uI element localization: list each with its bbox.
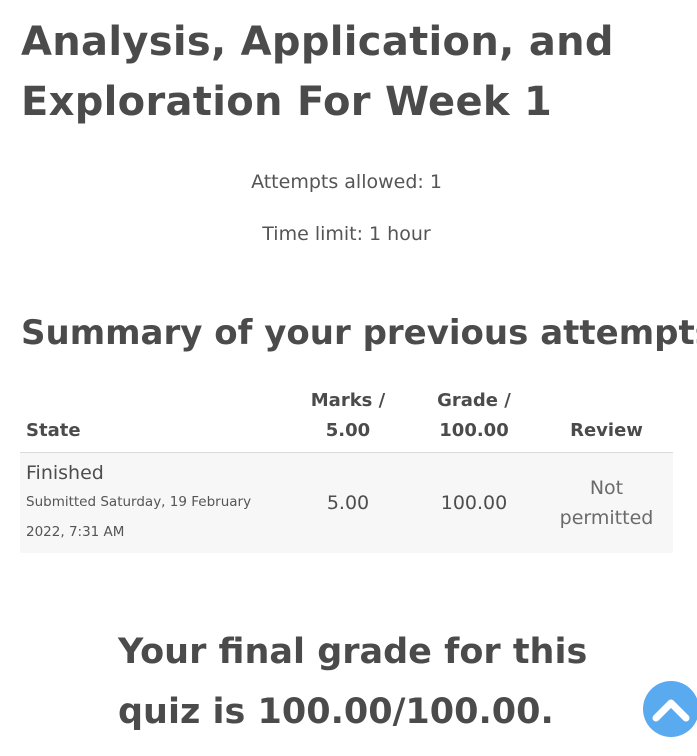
attempt-state: Finished [26,462,104,484]
time-limit-text: Time limit: 1 hour [262,223,431,245]
column-header-review: Review [540,384,673,453]
attempts-table: State Marks / 5.00 Grade / 100.00 Review… [20,384,673,553]
back-to-top-button[interactable] [643,681,697,737]
submitted-timestamp: Submitted Saturday, 19 February 2022, 7:… [26,494,252,540]
column-header-marks: Marks / 5.00 [288,384,408,453]
final-grade-text: Your final grade for this quiz is 100.00… [118,632,588,732]
table-header-row: State Marks / 5.00 Grade / 100.00 Review [20,384,673,453]
chevron-up-icon [652,699,690,722]
table-row: Finished Submitted Saturday, 19 February… [20,452,673,553]
state-cell: Finished Submitted Saturday, 19 February… [20,452,288,553]
column-header-grade: Grade / 100.00 [408,384,540,453]
grade-cell: 100.00 [408,452,540,553]
column-header-state: State [20,384,288,453]
page-title: Analysis, Application, and Exploration F… [21,19,614,125]
attempts-allowed-text: Attempts allowed: 1 [251,171,442,193]
quiz-page: Analysis, Application, and Exploration F… [0,0,697,756]
summary-heading: Summary of your previous attempts [21,313,697,353]
marks-cell: 5.00 [288,452,408,553]
review-cell: Not permitted [540,452,673,553]
